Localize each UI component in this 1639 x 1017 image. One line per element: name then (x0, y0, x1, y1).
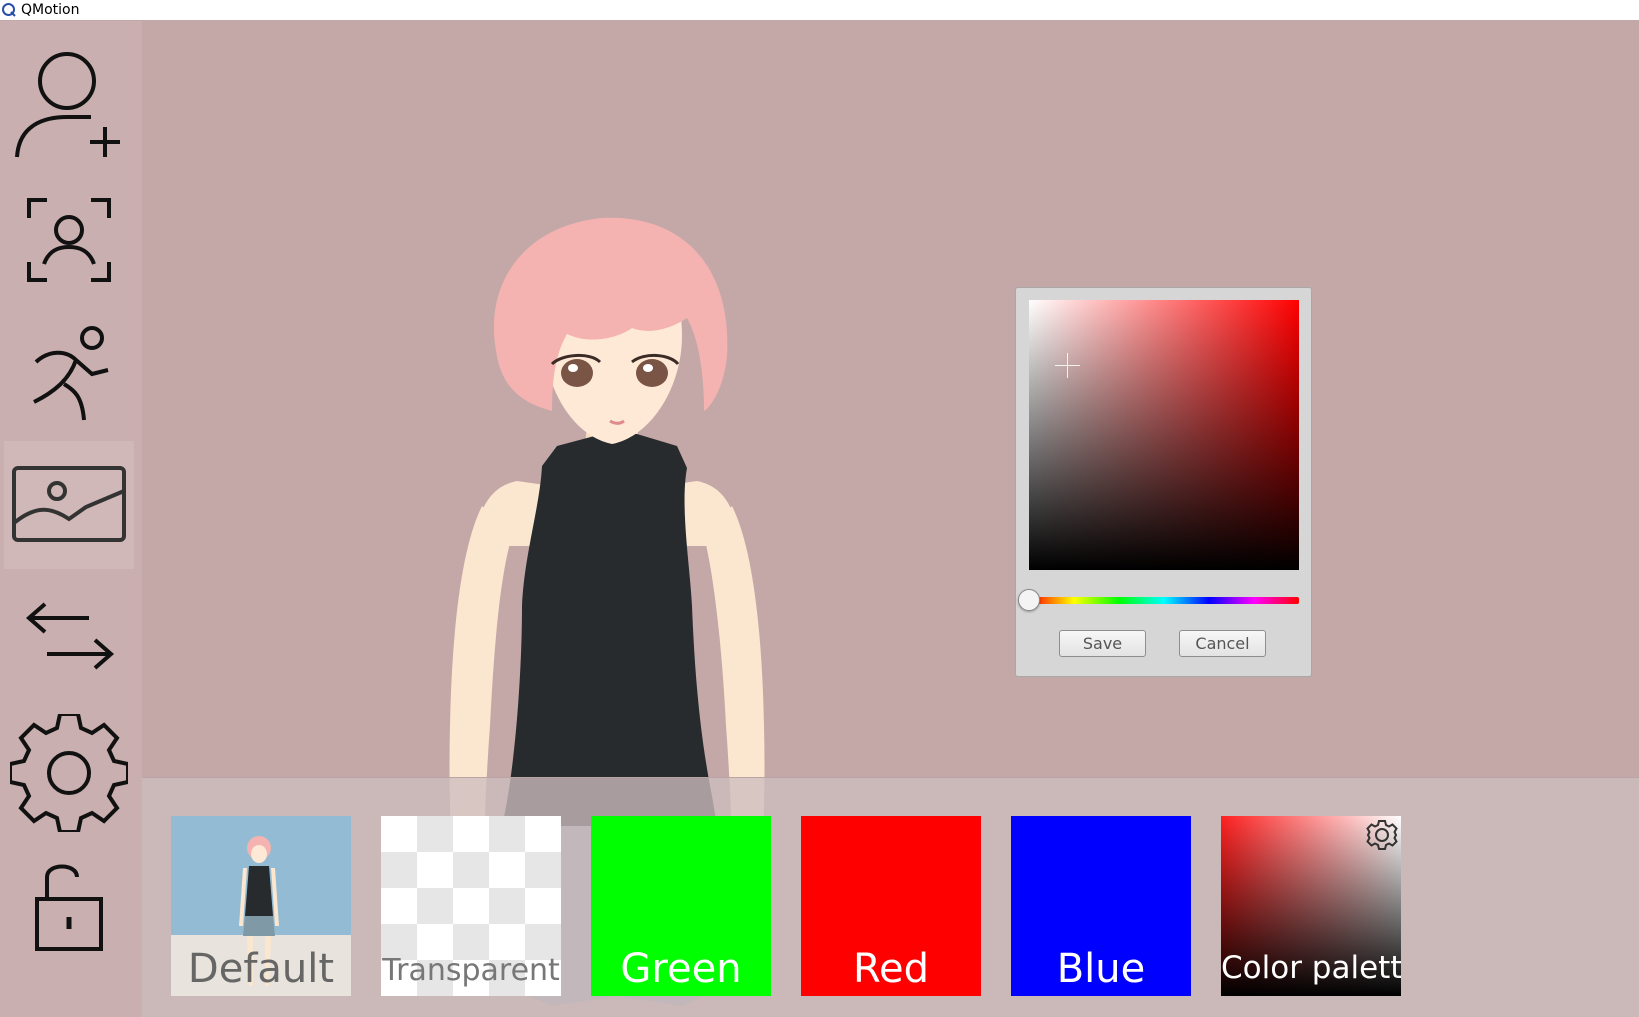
face-tracking-button[interactable] (4, 176, 134, 304)
qmotion-logo-icon (2, 3, 16, 17)
color-picker-dialog: Save Cancel (1015, 287, 1312, 677)
background-option-red[interactable]: Red (801, 816, 981, 996)
switch-button[interactable] (4, 574, 134, 702)
face-scan-icon (27, 198, 111, 282)
gear-icon (10, 714, 128, 832)
background-option-green[interactable]: Green (591, 816, 771, 996)
background-option-label: Transparent (382, 953, 560, 988)
saturation-brightness-field[interactable] (1029, 300, 1299, 570)
background-option-label: Green (620, 946, 742, 992)
background-option-label: Red (853, 946, 929, 992)
hue-slider-thumb[interactable] (1018, 589, 1040, 611)
sidebar (0, 21, 142, 1017)
background-option-label: Color palette (1221, 950, 1401, 986)
window-title: QMotion (21, 2, 80, 18)
add-avatar-button[interactable] (4, 41, 134, 169)
settings-button[interactable] (4, 709, 134, 837)
background-option-label: Default (187, 946, 335, 992)
color-cursor[interactable] (1054, 352, 1080, 378)
person-add-icon (15, 52, 120, 158)
swap-arrows-icon (25, 602, 115, 670)
image-icon (12, 466, 126, 542)
gear-icon[interactable] (1365, 818, 1399, 852)
unlocked-padlock-icon (35, 864, 103, 951)
background-option-color-palette[interactable]: Color palette (1221, 816, 1401, 996)
motion-button[interactable] (4, 311, 134, 439)
cancel-button[interactable]: Cancel (1179, 630, 1266, 657)
background-selector-panel: Default Transparent Green Red Blue Color… (142, 777, 1639, 1017)
save-button[interactable]: Save (1059, 630, 1146, 657)
background-option-default[interactable]: Default (171, 816, 351, 996)
running-person-icon (33, 326, 109, 421)
background-option-label: Blue (1056, 946, 1146, 992)
background-option-transparent[interactable]: Transparent (381, 816, 561, 996)
background-button[interactable] (4, 441, 134, 569)
lock-button[interactable] (4, 841, 134, 969)
background-option-blue[interactable]: Blue (1011, 816, 1191, 996)
title-bar: QMotion (0, 0, 1639, 20)
hue-slider[interactable] (1018, 589, 1299, 611)
